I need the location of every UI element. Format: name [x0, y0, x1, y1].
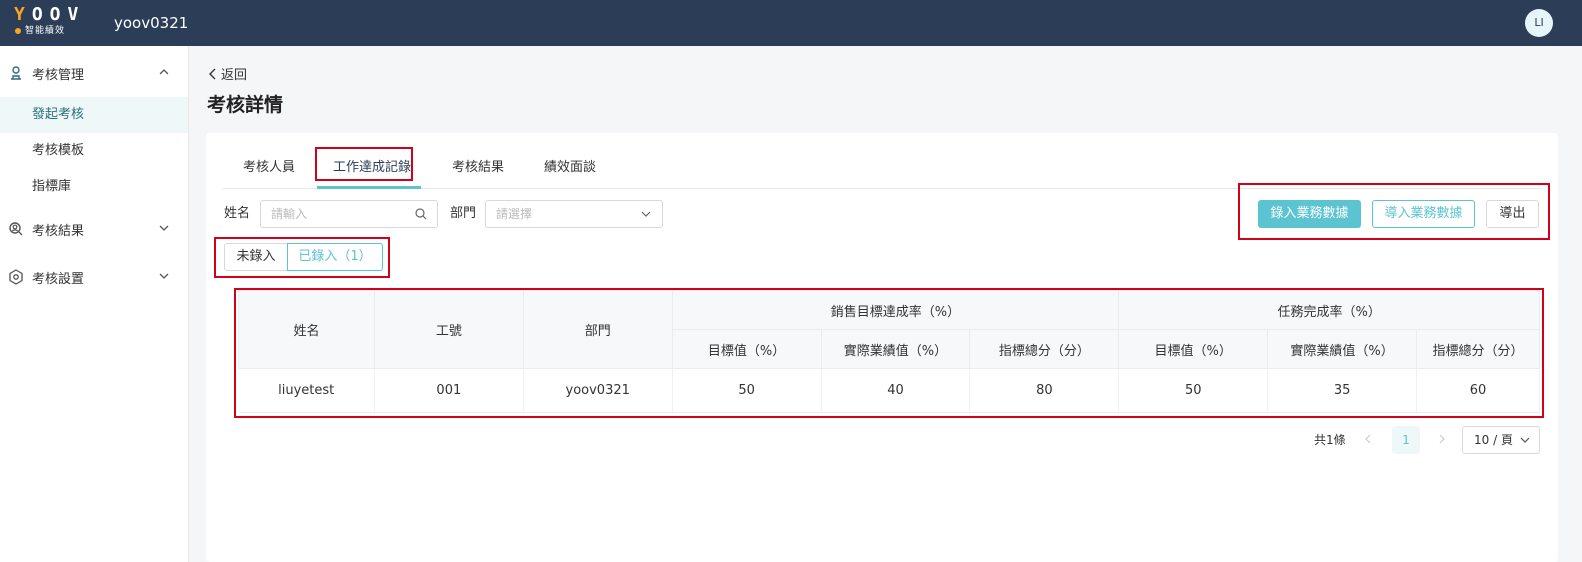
tab-work-records[interactable]: 工作達成記錄	[332, 147, 412, 189]
back-label: 返回	[221, 68, 248, 83]
yoov-logo[interactable]: YOOV 智能績效	[14, 5, 80, 39]
name-input-placeholder: 請輸入	[271, 207, 308, 221]
user-stamp-icon	[8, 65, 24, 81]
col-header-actual: 實際業績值（%）	[820, 329, 971, 369]
chevron-down-icon	[1520, 437, 1530, 443]
sidebar-group-assessment-settings[interactable]: 考核設置	[0, 253, 188, 301]
cell-task-target: 50	[1118, 368, 1269, 413]
sidebar-item-indicator-library[interactable]: 指標庫	[0, 169, 188, 205]
logo-subtitle: 智能績效	[14, 25, 80, 37]
table-row[interactable]: liuyetest 001 yoov0321 50 40 80 50 35 60	[238, 368, 1540, 413]
sidebar-item-assessment-template[interactable]: 考核模板	[0, 133, 188, 169]
dept-select[interactable]: 請選擇	[485, 200, 663, 228]
import-business-data-button[interactable]: 導入業務數據	[1372, 200, 1475, 228]
sidebar-group-label: 考核設置	[32, 271, 85, 287]
col-group-task-completion: 任務完成率（%）	[1118, 290, 1540, 330]
page-size-select[interactable]: 10 / 頁	[1462, 426, 1540, 454]
chevron-left-icon	[1365, 434, 1371, 444]
segment-entered[interactable]: 已錄入（1）	[287, 243, 383, 271]
sidebar-item-launch-assessment[interactable]: 發起考核	[0, 97, 188, 133]
col-header-employee-id: 工號	[373, 290, 524, 369]
col-group-sales-target: 銷售目標達成率（%）	[671, 290, 1120, 330]
chevron-up-icon	[159, 69, 169, 75]
search-icon[interactable]	[415, 208, 427, 220]
chevron-down-icon	[159, 225, 169, 231]
chevron-right-icon	[1439, 434, 1445, 444]
col-header-target: 目標值（%）	[1118, 329, 1269, 369]
hexagon-gear-icon	[8, 269, 24, 285]
cell-sales-score: 80	[969, 368, 1120, 413]
sidebar-group-assessment-mgmt[interactable]: 考核管理	[0, 49, 188, 97]
company-name: yoov0321	[114, 14, 189, 32]
content-card: 考核人員 工作達成記錄 考核結果 績效面談 姓名 請輸入 部門 請選擇 錄入業務…	[206, 133, 1558, 562]
chevron-left-icon	[209, 68, 216, 79]
page-number-button[interactable]: 1	[1392, 426, 1420, 454]
next-page-button[interactable]	[1428, 426, 1456, 454]
active-tab-indicator	[317, 186, 421, 189]
sidebar-group-assessment-results[interactable]: 考核結果	[0, 205, 188, 253]
col-header-score: 指標總分（分）	[1416, 329, 1540, 369]
dept-select-placeholder: 請選擇	[496, 207, 533, 221]
col-header-name: 姓名	[238, 290, 375, 369]
page-size-value: 10 / 頁	[1474, 433, 1513, 447]
name-search-input[interactable]: 請輸入	[260, 200, 438, 228]
cell-task-score: 60	[1416, 368, 1540, 413]
cell-sales-target: 50	[672, 368, 822, 413]
segment-not-entered[interactable]: 未錄入	[224, 243, 288, 271]
cell-sales-actual: 40	[821, 368, 971, 413]
search-person-icon	[8, 221, 24, 237]
logo-wordmark: YOOV	[14, 4, 86, 25]
back-link[interactable]: 返回	[208, 64, 247, 83]
sidebar-group-label: 考核結果	[32, 223, 85, 239]
export-button[interactable]: 導出	[1486, 200, 1539, 228]
tab-assessment-results[interactable]: 考核結果	[448, 147, 508, 189]
chevron-down-icon	[159, 273, 169, 279]
page-title: 考核詳情	[207, 94, 284, 116]
col-header-department: 部門	[522, 290, 673, 369]
cell-department: yoov0321	[523, 368, 673, 413]
pagination-total: 共1條	[1314, 433, 1346, 447]
prev-page-button[interactable]	[1354, 426, 1382, 454]
name-filter-label: 姓名	[224, 206, 251, 221]
cell-name: liuyetest	[238, 368, 375, 413]
tab-bar: 考核人員 工作達成記錄 考核結果 績效面談	[222, 147, 1542, 189]
top-bar: YOOV 智能績效 yoov0321 LI	[0, 0, 1582, 46]
user-avatar[interactable]: LI	[1525, 9, 1553, 37]
dept-filter-label: 部門	[450, 206, 477, 221]
sidebar-group-label: 考核管理	[32, 67, 85, 83]
chevron-down-icon	[641, 211, 651, 217]
col-header-target: 目標值（%）	[671, 329, 822, 369]
logo-dot-icon	[15, 28, 21, 34]
cell-task-actual: 35	[1267, 368, 1418, 413]
col-header-actual: 實際業績值（%）	[1267, 329, 1418, 369]
cell-employee-id: 001	[374, 368, 524, 413]
col-header-score: 指標總分（分）	[969, 329, 1120, 369]
enter-business-data-button[interactable]: 錄入業務數據	[1258, 200, 1361, 228]
records-table: 姓名 工號 部門 銷售目標達成率（%） 任務完成率（%） 目標值（%） 實際業績…	[238, 290, 1540, 413]
sidebar: 考核管理 發起考核 考核模板 指標庫 考核結果 考核設置	[0, 46, 189, 562]
tab-performance-interview[interactable]: 績效面談	[540, 147, 600, 189]
tab-assessees[interactable]: 考核人員	[236, 147, 302, 189]
